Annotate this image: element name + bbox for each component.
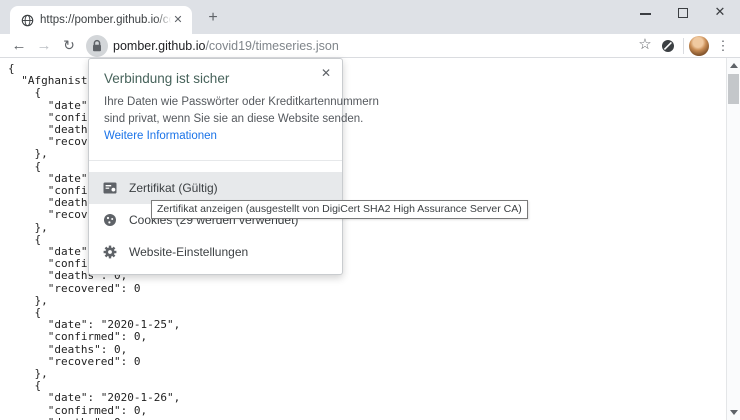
forward-button[interactable]: → [35, 37, 53, 55]
address-bar[interactable]: pomber.github.io/covid19/timeseries.json [113, 39, 339, 53]
globe-favicon-icon [21, 14, 34, 27]
back-button[interactable]: ← [10, 37, 28, 55]
popup-body-line2: sind privat, wenn Sie sie an diese Websi… [104, 113, 363, 125]
scrollbar-down-arrow-icon[interactable] [730, 410, 738, 415]
cookie-icon [103, 213, 117, 227]
menu-item-label: Website-Einstellungen [129, 236, 248, 268]
new-tab-button[interactable]: + [203, 8, 223, 28]
learn-more-link[interactable]: Weitere Informationen [104, 130, 217, 142]
browser-toolbar [0, 34, 740, 58]
popup-close-icon[interactable]: ✕ [319, 66, 333, 80]
window-close-button[interactable]: ✕ [712, 3, 728, 21]
tab-close-icon[interactable]: ✕ [171, 13, 185, 27]
certificate-icon [103, 181, 117, 195]
gear-icon [103, 245, 117, 259]
certificate-tooltip: Zertifikat anzeigen (ausgestellt von Dig… [151, 200, 528, 219]
vertical-scrollbar[interactable] [726, 58, 740, 420]
popup-divider [89, 160, 342, 161]
profile-avatar[interactable] [689, 36, 709, 56]
site-security-popup: ✕ Verbindung ist sicher Ihre Daten wie P… [88, 58, 343, 275]
extension-icon[interactable] [661, 39, 675, 53]
tab-strip: https://pomber.github.io/covid19 ✕ + ✕ [0, 0, 740, 34]
site-security-lock-button[interactable] [86, 35, 108, 57]
window-maximize-button[interactable] [678, 8, 688, 18]
scrollbar-thumb[interactable] [728, 74, 739, 104]
toolbar-separator [683, 38, 684, 54]
window-minimize-button[interactable] [640, 13, 651, 15]
tab-active[interactable]: https://pomber.github.io/covid19 ✕ [10, 6, 192, 34]
url-domain: pomber.github.io [113, 39, 205, 53]
url-path: /covid19/timeseries.json [205, 39, 338, 53]
lock-icon [91, 39, 103, 53]
bookmark-star-icon[interactable]: ☆ [636, 36, 654, 54]
reload-button[interactable]: ↻ [60, 37, 78, 55]
scrollbar-up-arrow-icon[interactable] [730, 63, 738, 68]
popup-title: Verbindung ist sicher [104, 71, 229, 86]
popup-body-line1: Ihre Daten wie Passwörter oder Kreditkar… [104, 96, 379, 108]
browser-window: https://pomber.github.io/covid19 ✕ + ✕ ←… [0, 0, 740, 420]
menu-item-site-settings[interactable]: Website-Einstellungen [89, 236, 342, 268]
menu-kebab-icon[interactable]: ⋮ [714, 37, 732, 55]
